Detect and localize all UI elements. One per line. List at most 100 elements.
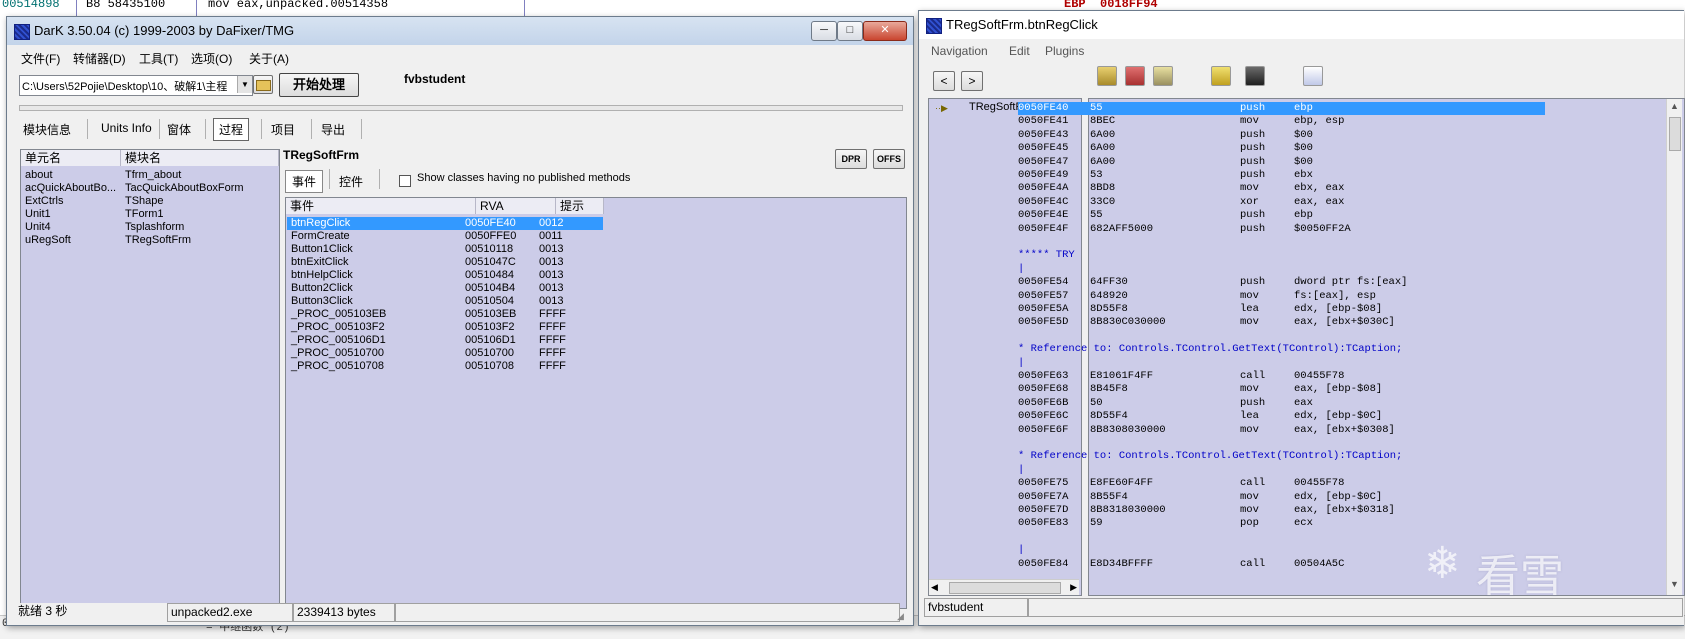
event-row[interactable]: btnExitClick 0051047C 0013 xyxy=(287,256,603,269)
event-row[interactable]: btnRegClick 0050FE40 0012 xyxy=(287,217,603,230)
units-header-module[interactable]: 模块名 xyxy=(121,150,279,166)
tab-project[interactable]: 项目 xyxy=(271,121,295,138)
menu-options[interactable]: 选项(O) xyxy=(191,50,232,67)
events-list[interactable]: 事件 RVA 提示 btnRegClick 0050FE40 0012 FormCre… xyxy=(285,197,907,609)
event-row[interactable]: Button2Click 005104B4 0013 xyxy=(287,282,603,295)
path-combobox[interactable]: C:\Users\52Pojie\Desktop\10、破解1\主程 ▼ xyxy=(19,75,253,96)
dpr-button[interactable]: DPR xyxy=(835,149,867,169)
menu-file[interactable]: 文件(F) xyxy=(21,50,60,67)
event-row[interactable]: _PROC_005103F2 005103F2 FFFF xyxy=(287,321,603,334)
asm-comment[interactable]: | xyxy=(1018,544,1024,557)
units-row[interactable]: about Tfrm_about xyxy=(21,169,279,182)
subtab-controls[interactable]: 控件 xyxy=(339,173,363,190)
tab-forms[interactable]: 窗体 xyxy=(167,121,191,138)
units-header-unit[interactable]: 单元名 xyxy=(21,150,121,166)
subtab-events[interactable]: 事件 xyxy=(285,170,324,193)
asm-mnemonic: pop xyxy=(1240,517,1259,530)
units-row[interactable]: acQuickAboutBo... TacQuickAboutBoxForm xyxy=(21,182,279,195)
copy-icon[interactable] xyxy=(1153,66,1173,86)
event-row[interactable]: Button1Click 00510118 0013 xyxy=(287,243,603,256)
asm-address: 0050FE47 xyxy=(1018,155,1069,168)
menu-plugins[interactable]: Plugins xyxy=(1045,44,1084,58)
unit-name: uRegSoft xyxy=(25,234,71,246)
scroll-down-icon[interactable]: ▼ xyxy=(1667,577,1682,592)
units-list[interactable]: 单元名 模块名 about Tfrm_about acQuickAboutBo...… xyxy=(20,149,280,609)
code-titlebar[interactable]: TRegSoftFrm.btnRegClick xyxy=(919,11,1684,39)
unit-name: about xyxy=(25,169,53,181)
dsf-icon[interactable] xyxy=(1211,66,1231,86)
scroll-left-icon[interactable]: ◀ xyxy=(931,580,938,595)
menu-navigation[interactable]: Navigation xyxy=(931,44,988,58)
menu-tools[interactable]: 工具(T) xyxy=(139,50,178,67)
event-hint: 0013 xyxy=(539,256,564,268)
event-row[interactable]: btnHelpClick 00510484 0013 xyxy=(287,269,603,282)
asm-hex: 648920 xyxy=(1090,289,1128,302)
event-row[interactable]: FormCreate 0050FFE0 0011 xyxy=(287,230,603,243)
code-vscroll[interactable]: ▲ ▼ xyxy=(1666,99,1682,595)
resize-grip-icon[interactable]: ◢ xyxy=(897,611,904,622)
event-name: Button1Click xyxy=(291,243,353,255)
nav-forward-button[interactable]: > xyxy=(961,71,983,91)
menu-dumper[interactable]: 转储器(D) xyxy=(73,50,126,67)
units-row[interactable]: Unit1 TForm1 xyxy=(21,208,279,221)
units-row[interactable]: ExtCtrls TShape xyxy=(21,195,279,208)
bookmark-icon[interactable] xyxy=(1125,66,1145,86)
asm-comment[interactable]: | xyxy=(1018,263,1024,276)
code-status: fvbstudent xyxy=(924,598,1028,617)
event-name: FormCreate xyxy=(291,230,350,242)
asm-address: 0050FE5A xyxy=(1018,303,1069,315)
asm-comment[interactable]: * Reference to: Controls.TControl.GetTex… xyxy=(1018,343,1402,356)
tab-procedures[interactable]: 过程 xyxy=(213,118,250,141)
open-file-icon[interactable] xyxy=(1097,66,1117,86)
chevron-down-icon[interactable]: ▼ xyxy=(237,76,252,93)
chip-icon[interactable] xyxy=(1245,66,1265,86)
scroll-right-icon[interactable]: ▶ xyxy=(1070,580,1077,595)
dark-title: DarK 3.50.04 (c) 1999-2003 by DaFixer/TM… xyxy=(34,23,295,38)
event-hint: FFFF xyxy=(539,334,566,346)
event-row[interactable]: _PROC_00510708 00510708 FFFF xyxy=(287,360,603,373)
units-row[interactable]: Unit4 Tsplashform xyxy=(21,221,279,234)
module-name: Tfrm_about xyxy=(125,169,182,181)
asm-address: 0050FE4F xyxy=(1018,222,1069,235)
events-header-hint[interactable]: 提示 xyxy=(556,198,604,214)
asm-mnemonic: call xyxy=(1240,477,1266,490)
tab-module-info[interactable]: 模块信息 xyxy=(23,121,71,138)
status-size: 2339413 bytes xyxy=(293,603,395,622)
asm-address: 0050FE75 xyxy=(1018,477,1069,490)
menu-about[interactable]: 关于(A) xyxy=(249,50,289,67)
scroll-up-icon[interactable]: ▲ xyxy=(1667,99,1682,114)
asm-hex: E8D34BFFFF xyxy=(1090,557,1154,570)
tree-hscroll[interactable]: ◀ ▶ xyxy=(929,579,1079,595)
asm-hex: 59 xyxy=(1090,517,1103,530)
window-close-icon[interactable]: ✕ xyxy=(863,21,907,41)
tree-hscroll-thumb[interactable] xyxy=(949,582,1061,594)
menu-edit[interactable]: Edit xyxy=(1009,44,1030,58)
units-row[interactable]: uRegSoft TRegSoftFrm xyxy=(21,234,279,247)
offs-button[interactable]: OFFS xyxy=(873,149,905,169)
snowflake-icon: ❄ xyxy=(1424,539,1461,588)
asm-line[interactable]: 0050FE40 55 push ebp xyxy=(1018,102,1545,115)
tab-exports[interactable]: 导出 xyxy=(321,121,345,138)
events-header-event[interactable]: 事件 xyxy=(286,198,476,214)
show-classes-checkbox[interactable] xyxy=(399,175,411,187)
event-row[interactable]: _PROC_005106D1 005106D1 FFFF xyxy=(287,334,603,347)
code-vscroll-thumb[interactable] xyxy=(1669,117,1681,151)
window-minimize-icon[interactable]: ─ xyxy=(811,21,837,41)
start-processing-button[interactable]: 开始处理 xyxy=(279,73,359,97)
asm-comment[interactable]: * Reference to: Controls.TControl.GetTex… xyxy=(1018,450,1402,463)
asm-comment[interactable]: | xyxy=(1018,464,1024,477)
folder-open-icon[interactable] xyxy=(253,75,273,94)
event-row[interactable]: Button3Click 00510504 0013 xyxy=(287,295,603,308)
nav-back-button[interactable]: < xyxy=(933,71,955,91)
window-maximize-icon[interactable]: □ xyxy=(837,21,863,41)
asm-address: 0050FE4A xyxy=(1018,182,1069,195)
dark-titlebar[interactable]: DarK 3.50.04 (c) 1999-2003 by DaFixer/TM… xyxy=(7,17,913,45)
event-row[interactable]: _PROC_005103EB 005103EB FFFF xyxy=(287,308,603,321)
event-row[interactable]: _PROC_00510700 00510700 FFFF xyxy=(287,347,603,360)
asm-operand: $00 xyxy=(1294,128,1313,141)
tab-units-info[interactable]: Units Info xyxy=(101,121,152,135)
asm-comment[interactable]: ***** TRY xyxy=(1018,249,1075,262)
align-icon[interactable] xyxy=(1303,66,1323,86)
events-header-rva[interactable]: RVA xyxy=(476,198,556,214)
asm-comment[interactable]: | xyxy=(1018,357,1024,370)
